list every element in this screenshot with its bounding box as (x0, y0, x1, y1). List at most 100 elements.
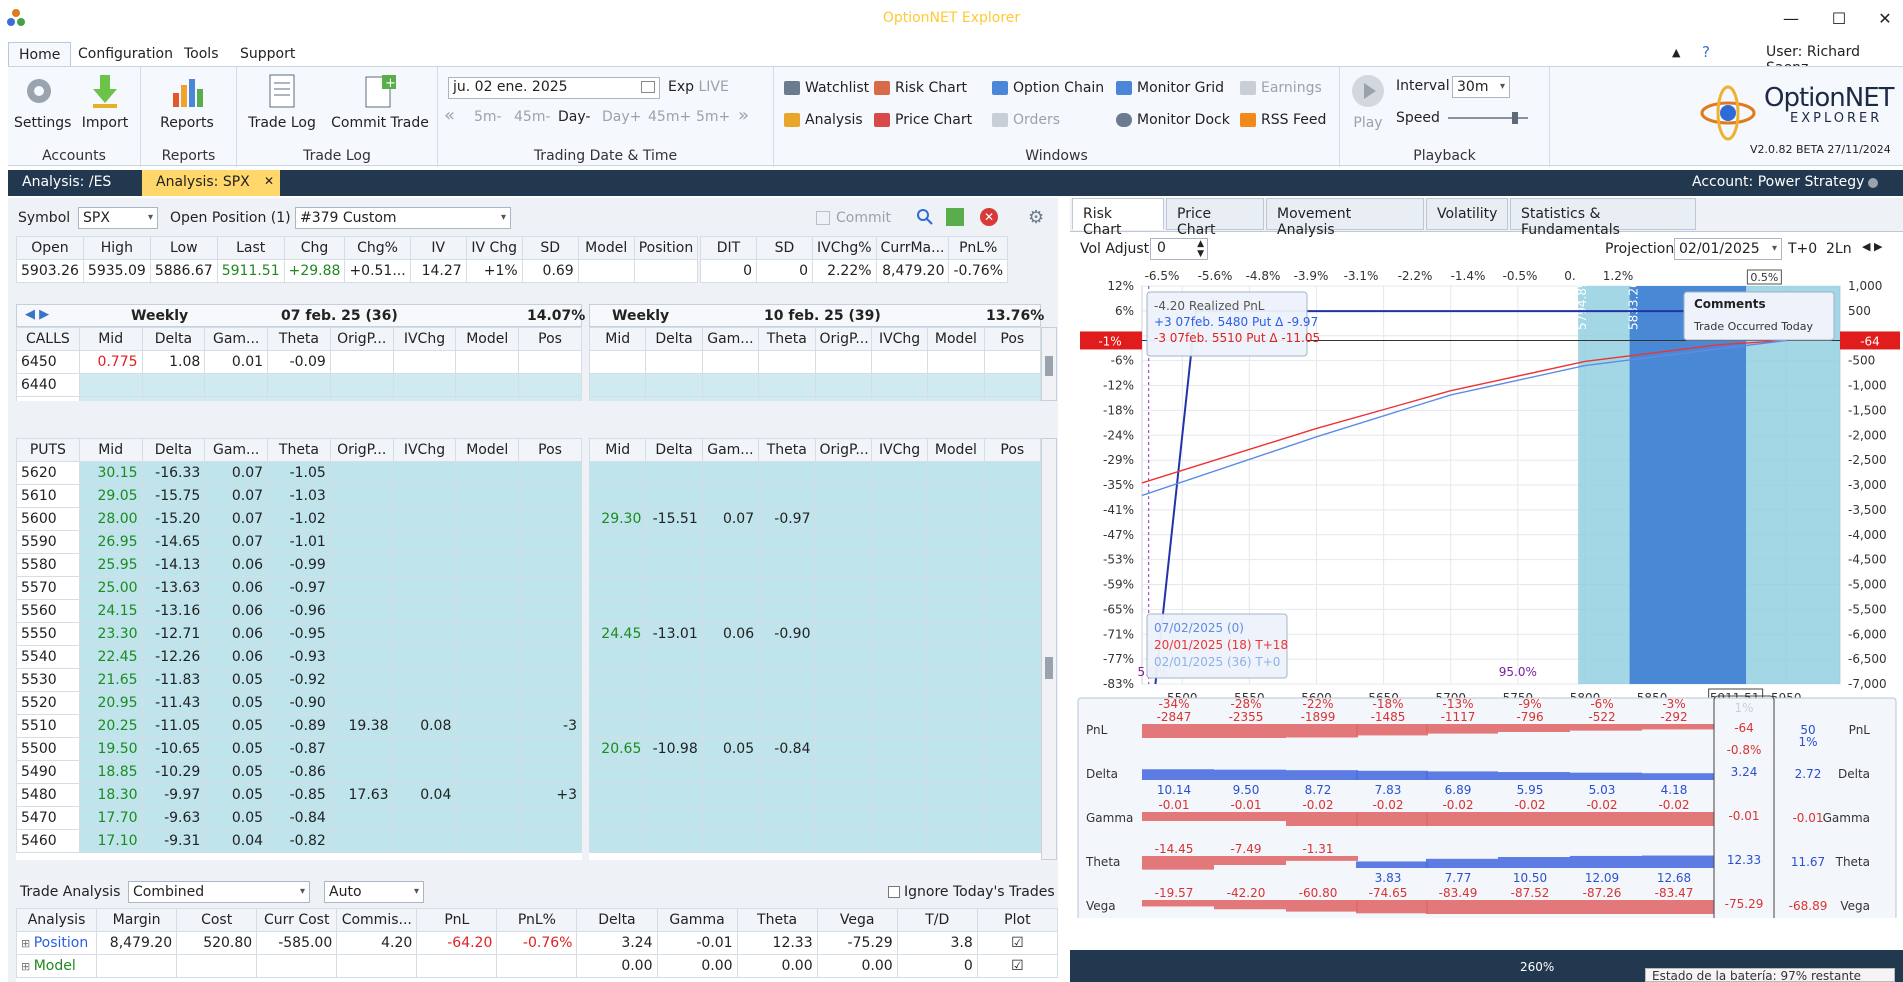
option-chain-button[interactable]: Option Chain (992, 77, 1104, 99)
vol-adjust-input[interactable]: 0 ▲ ▼ (1150, 238, 1208, 260)
mid-cell[interactable]: 23.30 (78, 622, 143, 646)
grid-header-cell[interactable]: OrigP... (329, 438, 394, 462)
grid-header-cell[interactable]: PnL (416, 908, 498, 932)
table-row[interactable]: 5510 20.25 -11.05 0.05 -0.89 19.38 0.08 -3 (16, 714, 582, 738)
table-row[interactable]: 5520 20.95 -11.43 0.05 -0.90 (16, 691, 582, 715)
table-row[interactable]: 5470 17.70 -9.63 0.05 -0.84 (16, 806, 582, 830)
ignore-todays-trades-checkbox[interactable]: Ignore Today's Trades (888, 884, 1055, 900)
calendar-icon[interactable] (641, 81, 655, 93)
risk-chart[interactable]: 5794.89 5833.26 12% 6% -6% -12% -18% -24% -29% -3… (1070, 264, 1903, 918)
tab-risk-chart[interactable]: Risk Chart (1072, 198, 1164, 238)
grid-header-cell[interactable]: Cost (176, 908, 258, 932)
calls-scrollbar[interactable] (1041, 327, 1057, 401)
mid-cell[interactable] (589, 645, 647, 669)
grid-header-cell[interactable]: Analysis (16, 908, 98, 932)
commit-button[interactable]: Commit (816, 210, 891, 226)
mid-cell[interactable]: 20.95 (78, 691, 143, 715)
grid-header-cell[interactable]: T/D (896, 908, 978, 932)
reports-button[interactable]: Reports (155, 73, 219, 131)
table-row[interactable]: 5590 26.95 -14.65 0.07 -1.01 (16, 530, 582, 554)
earnings-button[interactable]: Earnings (1240, 77, 1322, 99)
tab-volatility[interactable]: Volatility (1426, 198, 1508, 230)
mid-cell[interactable] (589, 783, 647, 807)
table-row[interactable]: 5500 19.50 -10.65 0.05 -0.87 (16, 737, 582, 761)
table-row[interactable]: 5490 18.85 -10.29 0.05 -0.86 (16, 760, 582, 784)
table-row[interactable] (589, 645, 1041, 669)
mid-cell[interactable] (78, 396, 143, 401)
monitor-grid-button[interactable]: Monitor Grid (1116, 77, 1224, 99)
mid-cell[interactable]: 29.30 (589, 507, 647, 531)
mid-cell[interactable] (589, 461, 647, 485)
table-row[interactable]: 5560 24.15 -13.16 0.06 -0.96 (16, 599, 582, 623)
projection-date-select[interactable]: 02/01/2025 (1674, 238, 1782, 260)
mid-cell[interactable]: 29.05 (78, 484, 143, 508)
table-row[interactable]: 5600 28.00 -15.20 0.07 -1.02 (16, 507, 582, 531)
table-row[interactable]: 6440 (16, 373, 582, 397)
speed-slider[interactable] (1444, 111, 1532, 125)
grid-header-cell[interactable]: Delta (141, 438, 206, 462)
table-row[interactable] (589, 829, 1041, 853)
ignore-checkbox-box[interactable] (888, 886, 900, 898)
mid-cell[interactable]: 26.95 (78, 530, 143, 554)
table-row[interactable]: 20.65 -10.98 0.05 -0.84 (589, 737, 1041, 761)
mid-cell[interactable] (78, 373, 143, 397)
grid-header-cell[interactable]: Mid (589, 438, 647, 462)
mid-cell[interactable] (589, 373, 647, 397)
collapse-ribbon-icon[interactable]: ▲ (1672, 46, 1680, 59)
mid-cell[interactable]: 17.70 (78, 806, 143, 830)
table-row[interactable]: 6450 0.775 1.08 0.01 -0.09 (16, 350, 582, 374)
table-row[interactable]: 5610 29.05 -15.75 0.07 -1.03 (16, 484, 582, 508)
remove-icon[interactable]: ✕ (980, 208, 998, 226)
analysis-button[interactable]: Analysis (784, 109, 863, 131)
vol-adjust-spinner-icon[interactable]: ▲ ▼ (1197, 239, 1204, 259)
grid-header-cell[interactable]: Pos (983, 438, 1041, 462)
rss-feed-button[interactable]: RSS Feed (1240, 109, 1326, 131)
grid-header-cell[interactable]: Theta (267, 327, 331, 351)
mid-cell[interactable] (589, 806, 647, 830)
table-row[interactable] (589, 553, 1041, 577)
chart-nav-icon[interactable]: ◀ ▶ (1862, 240, 1882, 253)
table-row[interactable]: 5580 25.95 -14.13 0.06 -0.99 (16, 553, 582, 577)
prev-expiry-icon[interactable]: ◀ ▶ (25, 307, 49, 322)
table-row[interactable] (589, 783, 1041, 807)
step-back-icon[interactable]: « (444, 105, 455, 126)
mid-cell[interactable]: 24.45 (589, 622, 647, 646)
table-row[interactable] (589, 461, 1041, 485)
mid-cell[interactable]: 18.85 (78, 760, 143, 784)
mid-cell[interactable] (589, 760, 647, 784)
table-row[interactable]: 5460 17.10 -9.31 0.04 -0.82 (16, 829, 582, 853)
grid-header-cell[interactable]: PnL% (496, 908, 578, 932)
mid-cell[interactable] (589, 484, 647, 508)
table-row[interactable]: 24.45 -13.01 0.06 -0.90 (589, 622, 1041, 646)
mid-cell[interactable] (589, 553, 647, 577)
grid-header-cell[interactable]: Theta (758, 327, 816, 351)
grid-header-cell[interactable]: Mid (78, 327, 143, 351)
play-button[interactable]: Play (1346, 73, 1390, 131)
tab-analysis-es[interactable]: Analysis: /ES (8, 170, 125, 196)
grid-header-cell[interactable]: Margin (96, 908, 178, 932)
mid-cell[interactable] (589, 350, 647, 374)
settings-button[interactable]: Settings (14, 73, 71, 131)
grid-header-cell[interactable]: Theta (758, 438, 816, 462)
exp-live-toggle[interactable]: Exp LIVE (668, 79, 729, 95)
excel-icon[interactable] (946, 208, 964, 226)
step-45m-back[interactable]: 45m- (514, 109, 551, 125)
mid-cell[interactable]: 28.00 (78, 507, 143, 531)
grid-header-cell[interactable]: OrigP... (814, 327, 872, 351)
import-button[interactable]: Import (78, 73, 132, 131)
grid-header-cell[interactable]: Delta (645, 438, 703, 462)
mid-cell[interactable]: 21.65 (78, 668, 143, 692)
grid-header-cell[interactable]: Gamma (656, 908, 738, 932)
mid-cell[interactable] (589, 714, 647, 738)
grid-header-cell[interactable]: IVChg (870, 327, 929, 351)
grid-header-cell[interactable]: Pos (518, 327, 582, 351)
grid-header-cell[interactable]: Model (927, 438, 985, 462)
mid-cell[interactable]: 25.95 (78, 553, 143, 577)
monitor-dock-button[interactable]: Monitor Dock (1116, 109, 1230, 131)
grid-header-cell[interactable]: Delta (645, 327, 703, 351)
table-row[interactable] (589, 691, 1041, 715)
watchlist-button[interactable]: Watchlist (784, 77, 869, 99)
step-day-back[interactable]: Day- (558, 109, 590, 125)
expand-icon[interactable]: ⊞ (21, 960, 34, 973)
close-icon[interactable]: ✕ (1874, 8, 1896, 30)
